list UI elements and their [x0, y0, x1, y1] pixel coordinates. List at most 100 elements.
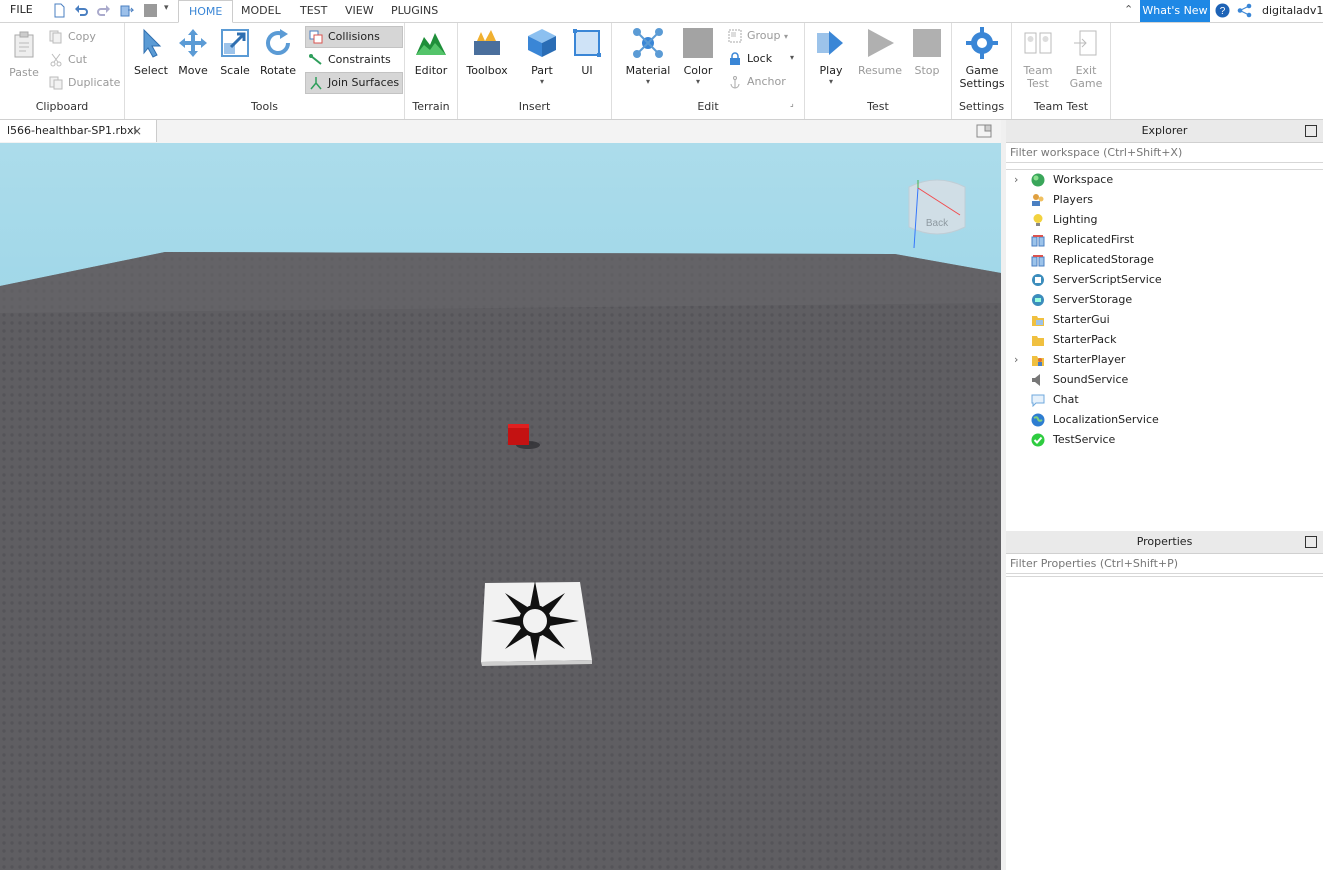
document-tab-strip: l566-healthbar-SP1.rbxl ×	[0, 120, 1004, 144]
team-test-button[interactable]: Team Test	[1018, 27, 1058, 90]
expand-arrow-icon[interactable]: ›	[1014, 170, 1018, 190]
close-tab-icon[interactable]: ×	[132, 120, 142, 142]
toolbox-button[interactable]: Toolbox	[464, 27, 510, 77]
whats-new-button[interactable]: What's New	[1140, 0, 1210, 22]
duplicate-button[interactable]: Duplicate	[46, 73, 120, 93]
explorer-filter-input[interactable]: Filter workspace (Ctrl+Shift+X)	[1006, 143, 1323, 163]
material-icon	[633, 28, 663, 58]
team-test-icon	[1024, 32, 1052, 54]
svg-text:?: ?	[1220, 6, 1226, 17]
undo-icon[interactable]	[74, 3, 89, 18]
lock-dropdown-icon[interactable]: ▾	[790, 53, 794, 62]
lock-button[interactable]: Lock	[725, 49, 772, 69]
collisions-toggle[interactable]: Collisions	[305, 26, 403, 48]
color-button[interactable]: Color ▾	[678, 27, 718, 86]
redo-icon[interactable]	[96, 3, 111, 18]
tree-item-test-service[interactable]: TestService	[1006, 430, 1115, 450]
tree-item-replicated-first[interactable]: ReplicatedFirst	[1006, 230, 1134, 250]
properties-list	[1006, 576, 1323, 871]
clipboard-group-label: Clipboard	[35, 100, 89, 113]
select-tool-button[interactable]: Select	[133, 27, 169, 77]
join-surfaces-toggle[interactable]: Join Surfaces	[305, 72, 403, 94]
tree-item-chat[interactable]: Chat	[1006, 390, 1079, 410]
move-arrows-icon	[179, 29, 207, 57]
copy-icon	[49, 30, 62, 44]
insert-group: Toolbox Part ▾ UI Insert	[458, 23, 612, 119]
game-settings-button[interactable]: Game Settings	[958, 27, 1006, 90]
collapse-ribbon-icon[interactable]: ⌃	[1124, 3, 1133, 16]
terrain-editor-button[interactable]: Editor	[413, 27, 449, 77]
exit-game-button[interactable]: Exit Game	[1066, 27, 1106, 90]
server-storage-icon	[1032, 294, 1044, 306]
anchor-button[interactable]: Anchor	[725, 72, 786, 92]
tree-item-server-script-service[interactable]: ServerScriptService	[1006, 270, 1162, 290]
settings-group: Game Settings Settings	[952, 23, 1012, 119]
properties-title: Properties	[1136, 535, 1193, 548]
3d-viewport[interactable]: Back	[0, 143, 1001, 870]
tree-item-lighting[interactable]: Lighting	[1006, 210, 1097, 230]
tree-item-replicated-storage[interactable]: ReplicatedStorage	[1006, 250, 1154, 270]
team-test-group: Team Test Exit Game Team Test	[1012, 23, 1111, 119]
tree-item-players[interactable]: Players	[1006, 190, 1093, 210]
dock-window-icon[interactable]	[976, 124, 992, 138]
stop-button[interactable]: Stop	[909, 27, 945, 77]
scale-tool-button[interactable]: Scale	[217, 27, 253, 77]
terrain-icon	[416, 33, 446, 55]
publish-icon[interactable]	[119, 3, 134, 18]
tab-plugins[interactable]: PLUGINS	[381, 0, 448, 22]
players-icon	[1032, 194, 1044, 206]
expand-arrow-icon[interactable]: ›	[1014, 350, 1018, 370]
workspace-icon	[1031, 173, 1045, 187]
tree-item-sound-service[interactable]: SoundService	[1006, 370, 1128, 390]
tab-view[interactable]: VIEW	[335, 0, 384, 22]
cut-button[interactable]: Cut	[46, 50, 87, 70]
tree-item-starter-gui[interactable]: StarterGui	[1006, 310, 1110, 330]
properties-filter-input[interactable]: Filter Properties (Ctrl+Shift+P)	[1006, 554, 1323, 574]
tree-item-workspace[interactable]: › Workspace	[1006, 170, 1113, 190]
replicated-storage-icon	[1031, 255, 1045, 267]
cut-icon	[50, 53, 62, 67]
exit-game-icon	[1074, 30, 1097, 56]
share-icon[interactable]	[1237, 3, 1252, 18]
username-label[interactable]: digitaladv1	[1262, 4, 1323, 17]
starter-pack-icon	[1032, 336, 1044, 346]
tab-test[interactable]: TEST	[290, 0, 337, 22]
document-tab[interactable]: l566-healthbar-SP1.rbxl ×	[0, 120, 157, 142]
rotate-tool-button[interactable]: Rotate	[258, 27, 298, 77]
tab-home[interactable]: HOME	[178, 0, 234, 23]
material-button[interactable]: Material ▾	[624, 27, 672, 86]
baseplate[interactable]	[0, 252, 1001, 870]
constraints-icon	[309, 54, 322, 65]
tree-item-starter-player[interactable]: › StarterPlayer	[1006, 350, 1125, 370]
copy-button[interactable]: Copy	[46, 27, 96, 47]
edit-group-label: Edit	[697, 100, 719, 113]
resume-button[interactable]: Resume	[857, 27, 903, 77]
ui-button[interactable]: UI	[570, 27, 604, 77]
title-menu-bar: FILE ▾ HOME MODEL TEST VIEW PLUGINS ⌃ Wh…	[0, 0, 1323, 23]
new-file-icon[interactable]	[52, 3, 67, 18]
insert-group-label: Insert	[518, 100, 551, 113]
play-button[interactable]: Play ▾	[813, 27, 849, 86]
stop-icon[interactable]	[143, 3, 158, 18]
test-group: Play ▾ Resume Stop Test	[805, 23, 952, 119]
tree-item-server-storage[interactable]: ServerStorage	[1006, 290, 1132, 310]
explorer-undock-icon[interactable]	[1305, 125, 1317, 137]
starter-gui-icon	[1032, 316, 1044, 326]
move-tool-button[interactable]: Move	[175, 27, 211, 77]
paste-button[interactable]: Paste	[6, 29, 42, 79]
part-cube-icon	[528, 29, 556, 57]
properties-undock-icon[interactable]	[1305, 536, 1317, 548]
group-button[interactable]: Group ▾	[725, 26, 788, 46]
view-cube-back-label: Back	[926, 218, 949, 229]
tree-item-localization-service[interactable]: LocalizationService	[1006, 410, 1159, 430]
tab-model[interactable]: MODEL	[231, 0, 291, 22]
file-menu[interactable]: FILE	[10, 3, 33, 16]
tree-item-starter-pack[interactable]: StarterPack	[1006, 330, 1116, 350]
spawn-location[interactable]	[481, 581, 592, 666]
help-icon[interactable]: ?	[1215, 3, 1230, 18]
test-group-label: Test	[867, 100, 889, 113]
terrain-group: Editor Terrain	[405, 23, 458, 119]
constraints-toggle[interactable]: Constraints	[306, 50, 391, 70]
quick-access-dropdown-icon[interactable]: ▾	[164, 3, 179, 18]
part-button[interactable]: Part ▾	[522, 27, 562, 86]
